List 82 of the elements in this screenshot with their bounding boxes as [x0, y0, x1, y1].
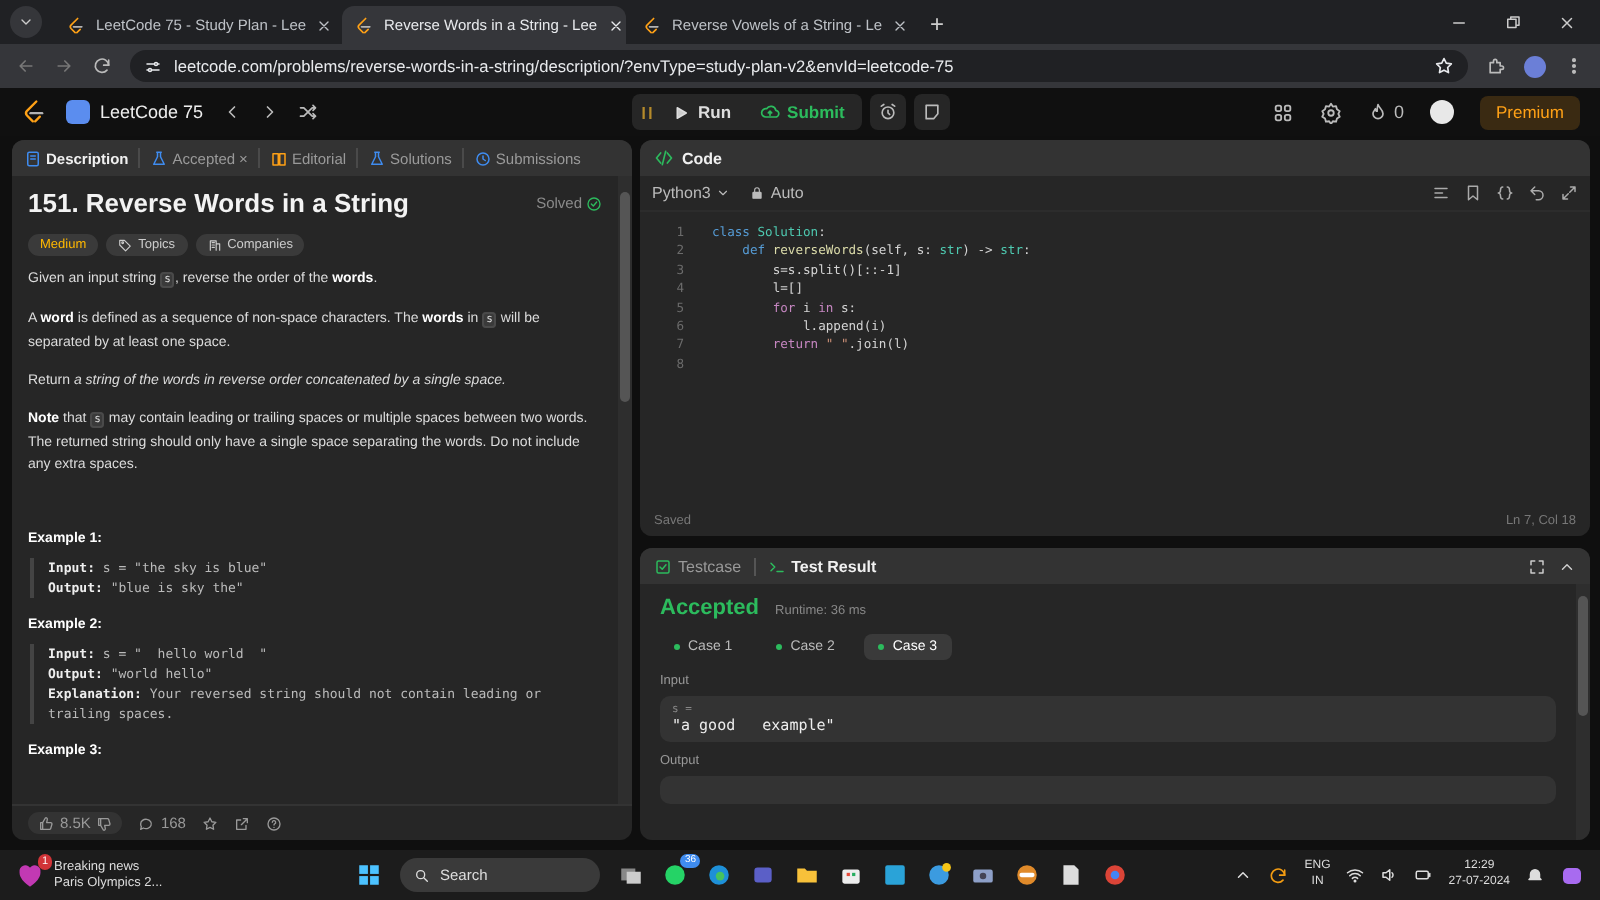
speaker-icon[interactable] — [1380, 866, 1399, 884]
shuffle-icon[interactable] — [297, 102, 318, 122]
terminal-icon — [767, 557, 786, 575]
restore-icon — [1504, 14, 1522, 32]
book-icon — [269, 149, 288, 167]
panel-title: Code — [682, 149, 722, 167]
star-icon[interactable] — [201, 815, 218, 831]
scrollbar[interactable] — [1576, 584, 1590, 840]
thumbs-down-icon — [96, 815, 113, 831]
document-icon — [24, 149, 42, 167]
close-icon — [1558, 14, 1576, 32]
close-icon — [316, 17, 333, 33]
avatar[interactable] — [1524, 55, 1546, 77]
alarm-clock-icon — [878, 102, 899, 122]
note-button[interactable] — [914, 94, 951, 130]
battery-icon[interactable] — [1414, 866, 1433, 884]
flask-icon — [368, 149, 387, 167]
cloud-upload-icon — [759, 102, 780, 122]
code-brackets-icon — [654, 148, 674, 168]
checkbox-icon — [654, 557, 672, 575]
reload-icon — [92, 56, 112, 76]
chevron-up-icon[interactable] — [1234, 866, 1253, 884]
new-tab-button[interactable]: + — [918, 10, 957, 44]
address-bar[interactable]: leetcode.com/problems/reverse-words-in-a-string/description/?envType=study-plan-v2&envId=leetcode-75 — [130, 50, 1468, 82]
logo-icon — [66, 15, 86, 35]
result-verdict: Accepted — [660, 596, 760, 620]
close-icon — [892, 17, 909, 33]
premium-button[interactable]: Premium — [1479, 95, 1580, 129]
thumbs-up-icon — [38, 815, 54, 831]
flask-icon — [150, 149, 169, 167]
grip-icon — [638, 103, 656, 121]
mode-selector[interactable]: Auto — [750, 184, 804, 202]
windows-logo-icon[interactable] — [356, 862, 382, 888]
back-arrow-icon — [16, 56, 36, 76]
panel-tab[interactable]: Test Result — [767, 557, 877, 575]
bell-icon[interactable] — [1526, 866, 1544, 884]
panel-tab[interactable]: Testcase — [654, 557, 742, 575]
sync-icon[interactable] — [1268, 865, 1289, 885]
forward-arrow-icon — [54, 56, 74, 76]
submit-button[interactable]: Submit — [747, 94, 857, 130]
undo-icon[interactable] — [1528, 184, 1546, 202]
study-plan-link[interactable]: LeetCode 75 — [66, 100, 204, 124]
flame-icon — [1367, 102, 1388, 122]
chevron-down-icon — [716, 186, 731, 200]
plan-icon — [66, 100, 90, 124]
settings-icon[interactable] — [1319, 101, 1342, 123]
app-tile-icon[interactable] — [882, 862, 908, 888]
close-icon — [607, 17, 624, 33]
tab-search-button[interactable] — [10, 6, 42, 38]
braces-icon[interactable] — [1496, 184, 1514, 202]
expand-icon[interactable] — [1560, 184, 1578, 202]
tag-icon — [118, 238, 133, 252]
heart-icon — [16, 861, 44, 889]
note-icon — [922, 102, 943, 122]
fullscreen-icon[interactable] — [1528, 557, 1546, 575]
help-icon[interactable] — [265, 815, 282, 831]
play-icon — [672, 103, 690, 121]
lock-icon — [750, 186, 765, 200]
share-icon[interactable] — [233, 815, 250, 831]
building-icon — [207, 238, 222, 252]
check-circle-icon — [586, 195, 602, 211]
document-icon[interactable] — [1058, 862, 1084, 888]
alarm-button[interactable] — [870, 94, 907, 130]
user-avatar[interactable] — [1429, 100, 1454, 124]
chevron-down-icon — [18, 14, 34, 30]
format-lines-icon[interactable] — [1432, 184, 1450, 202]
bookmark-icon[interactable] — [1464, 184, 1482, 202]
clock-icon — [473, 149, 492, 167]
logo-icon — [20, 98, 48, 126]
star-icon — [1434, 56, 1454, 76]
problem-title: 151. Reverse Words in a String — [28, 188, 409, 218]
logo-icon — [354, 15, 374, 35]
puzzle-piece-icon — [1486, 56, 1506, 76]
language-dropdown[interactable]: Python3 — [652, 184, 731, 202]
wifi-icon[interactable] — [1346, 866, 1365, 884]
layout-grid-icon[interactable] — [1271, 101, 1294, 123]
site-settings-icon — [144, 57, 162, 75]
streak-counter[interactable]: 0 — [1367, 102, 1404, 122]
logo-icon — [642, 15, 662, 35]
run-button[interactable]: Run — [660, 94, 744, 130]
scrollbar[interactable] — [618, 176, 632, 804]
search-icon — [414, 867, 430, 883]
